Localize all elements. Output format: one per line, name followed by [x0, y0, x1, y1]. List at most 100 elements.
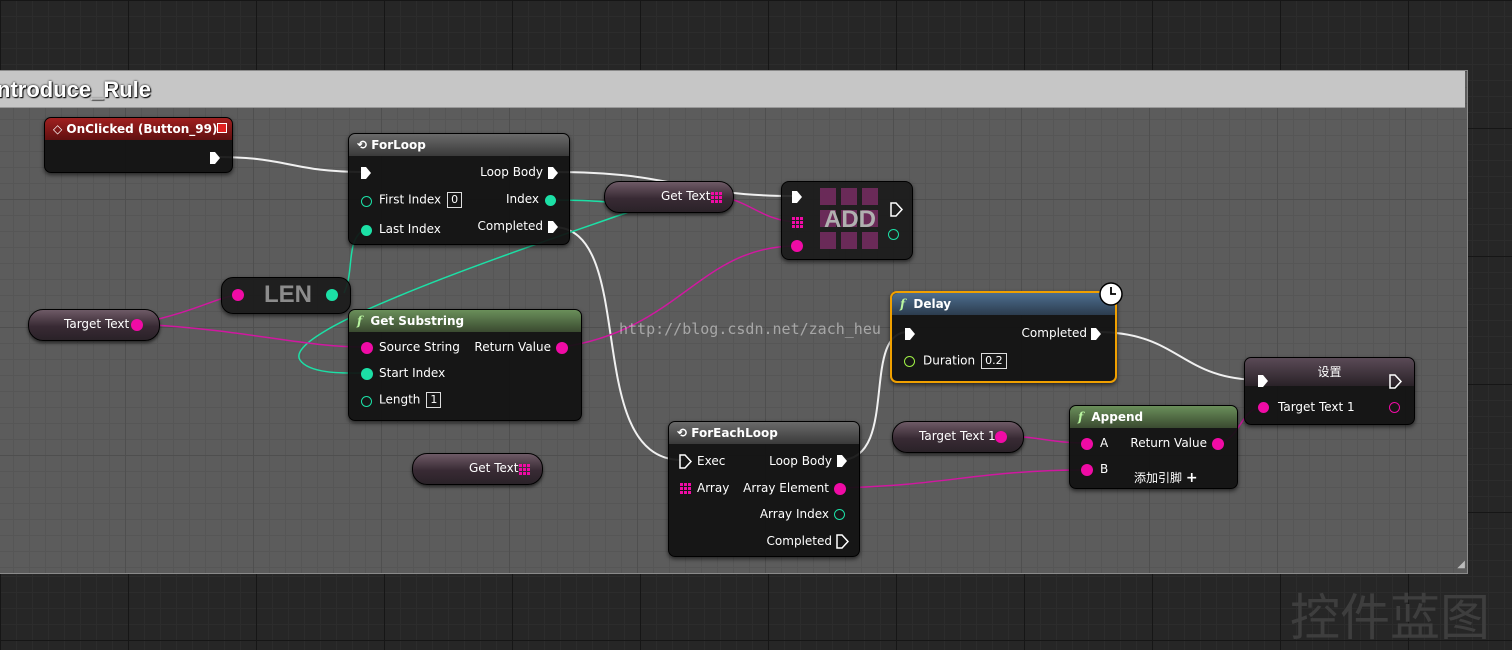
- value-out-pin-icon[interactable]: [995, 431, 1007, 443]
- first-index-pin-icon[interactable]: [361, 196, 372, 207]
- watermark-text: http://blog.csdn.net/zach_heu: [619, 320, 881, 338]
- delay-node[interactable]: f Delay Completed Duration 0.2: [890, 291, 1117, 383]
- function-icon: f: [1078, 410, 1084, 424]
- array-element-label: Array Element: [743, 481, 829, 495]
- delegate-pin-icon[interactable]: [217, 123, 227, 133]
- event-diamond-icon: ◇: [53, 122, 63, 136]
- return-value-label: Return Value: [474, 340, 551, 354]
- last-index-pin-icon[interactable]: [361, 225, 372, 236]
- first-index-input[interactable]: 0: [447, 192, 463, 208]
- length-node[interactable]: LEN: [221, 277, 351, 314]
- a-label: A: [1100, 436, 1109, 450]
- node-title: Get Substring: [370, 314, 465, 328]
- b-pin-icon[interactable]: [1081, 464, 1093, 476]
- length-input[interactable]: 1: [426, 392, 442, 408]
- target-text-label: Target Text: [64, 317, 130, 331]
- a-pin-icon[interactable]: [1081, 438, 1093, 450]
- exec-out-pin-icon[interactable]: [890, 202, 903, 217]
- array-in-pin-icon[interactable]: [792, 217, 803, 228]
- start-index-label: Start Index: [379, 366, 446, 380]
- set-variable-node[interactable]: 设置 Target Text 1: [1244, 357, 1415, 425]
- add-pin-label: 添加引脚: [1134, 471, 1183, 485]
- duration-input[interactable]: 0.2: [981, 353, 1007, 369]
- value-in-pin-icon[interactable]: [1258, 402, 1269, 413]
- len-label: LEN: [264, 281, 312, 308]
- node-title: Append: [1091, 410, 1144, 424]
- source-string-pin-icon[interactable]: [361, 342, 373, 354]
- array-pin-icon[interactable]: [519, 464, 530, 475]
- completed-label: Completed: [477, 219, 543, 233]
- array-in-pin-icon[interactable]: [680, 483, 691, 494]
- array-add-node[interactable]: ADD: [781, 181, 913, 260]
- duration-pin-icon[interactable]: [904, 356, 915, 367]
- completed-label: Completed: [1021, 326, 1087, 340]
- exec-wire: [215, 156, 366, 173]
- get-text-label: Get Text: [469, 461, 519, 475]
- target-text-1-label: Target Text 1: [919, 429, 996, 443]
- for-loop-node[interactable]: ⟲ ForLoop First Index 0 Last Index Loop B…: [348, 133, 570, 245]
- index-out-pin-icon[interactable]: [888, 229, 899, 240]
- latent-clock-icon: [1099, 282, 1123, 306]
- array-element-pin-icon[interactable]: [834, 483, 846, 495]
- first-index-label: First Index: [379, 192, 442, 207]
- exec-in-pin-icon[interactable]: [904, 327, 916, 341]
- item-pin-icon[interactable]: [791, 240, 803, 252]
- loop-body-label: Loop Body: [769, 454, 832, 468]
- add-pin-button[interactable]: 添加引脚 +: [1134, 469, 1198, 486]
- source-string-label: Source String: [379, 340, 460, 354]
- length-out-pin-icon[interactable]: [326, 289, 338, 301]
- completed-label: Completed: [766, 534, 832, 548]
- value-out-pin-icon[interactable]: [131, 319, 143, 331]
- target-text-1-variable-node[interactable]: Target Text 1: [892, 421, 1024, 453]
- target-text-1-label: Target Text 1: [1278, 400, 1355, 414]
- array-pin-icon[interactable]: [711, 192, 722, 203]
- array-in-pin-icon[interactable]: [232, 289, 244, 301]
- target-text-variable-node[interactable]: Target Text: [28, 309, 160, 341]
- return-value-label: Return Value: [1130, 436, 1207, 450]
- value-out-pin-icon[interactable]: [1389, 402, 1400, 413]
- node-title: OnClicked (Button_99): [66, 122, 218, 136]
- exec-label: Exec: [697, 454, 726, 468]
- get-text-label: Get Text: [661, 189, 711, 203]
- array-label: Array: [697, 481, 730, 495]
- length-pin-icon[interactable]: [361, 396, 372, 407]
- foreach-loop-node[interactable]: ⟲ ForEachLoop Exec Array Loop Body Array…: [668, 421, 860, 557]
- completed-pin-icon[interactable]: [836, 534, 849, 549]
- exec-wire: [1096, 331, 1262, 381]
- return-value-pin-icon[interactable]: [1212, 438, 1224, 450]
- exec-in-pin-icon[interactable]: [791, 190, 803, 204]
- completed-pin-icon[interactable]: [547, 220, 559, 234]
- exec-in-pin-icon[interactable]: [1257, 374, 1269, 388]
- exec-out-pin-icon[interactable]: [209, 151, 221, 165]
- function-icon: f: [900, 297, 906, 311]
- last-index-label: Last Index: [379, 222, 441, 236]
- start-index-pin-icon[interactable]: [361, 368, 373, 380]
- append-node[interactable]: f Append A B Return Value 添加引脚 +: [1069, 405, 1238, 489]
- duration-label: Duration: [923, 353, 976, 368]
- loop-icon: ⟲: [677, 426, 688, 440]
- exec-in-pin-icon[interactable]: [679, 454, 692, 469]
- length-label: Length: [379, 392, 421, 407]
- get-text-node[interactable]: Get Text: [412, 453, 543, 485]
- array-index-label: Array Index: [759, 507, 829, 521]
- node-title: 设置: [1317, 365, 1342, 379]
- get-substring-node[interactable]: f Get Substring Source String Start Inde…: [348, 309, 582, 421]
- loop-body-pin-icon[interactable]: [836, 454, 848, 468]
- index-pin-icon[interactable]: [545, 195, 556, 206]
- node-title: ForEachLoop: [691, 426, 778, 440]
- corner-title-text: 控件蓝图: [1290, 589, 1490, 647]
- on-clicked-event-node[interactable]: ◇ OnClicked (Button_99): [44, 117, 233, 173]
- loop-body-pin-icon[interactable]: [547, 166, 559, 180]
- exec-out-pin-icon[interactable]: [1389, 374, 1402, 389]
- add-label: ADD: [824, 206, 876, 233]
- exec-in-pin-icon[interactable]: [360, 166, 372, 180]
- loop-body-label: Loop Body: [480, 165, 543, 179]
- node-title: ForLoop: [371, 138, 426, 152]
- get-text-node[interactable]: Get Text: [604, 181, 734, 213]
- loop-icon: ⟲: [357, 138, 368, 152]
- completed-pin-icon[interactable]: [1090, 327, 1102, 341]
- return-value-pin-icon[interactable]: [556, 342, 568, 354]
- array-index-pin-icon[interactable]: [834, 509, 845, 520]
- b-label: B: [1100, 462, 1109, 476]
- node-title: Delay: [913, 297, 952, 311]
